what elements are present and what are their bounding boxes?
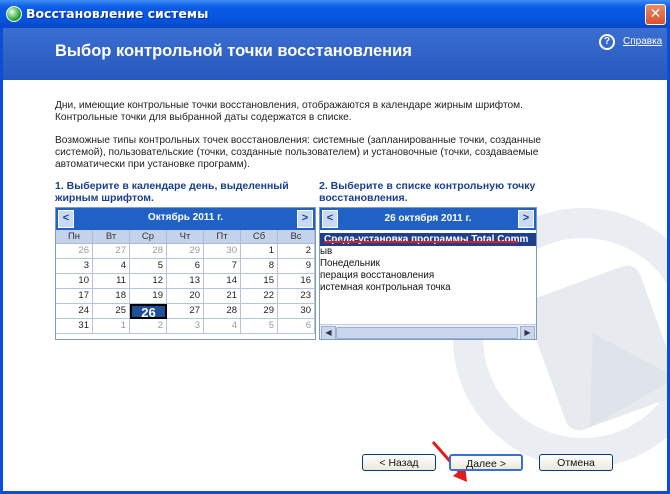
calendar-day[interactable]: 3 xyxy=(167,319,204,334)
window-title: Восстановление системы xyxy=(26,6,209,21)
close-icon: ✕ xyxy=(649,6,662,22)
page-header: Выбор контрольной точки восстановления ?… xyxy=(3,28,667,80)
back-button[interactable]: < Назад xyxy=(362,454,436,471)
calendar-day[interactable]: 4 xyxy=(93,259,130,274)
calendar-day[interactable]: 27 xyxy=(167,304,204,319)
calendar-day[interactable]: 28 xyxy=(204,304,241,319)
calendar-next-button[interactable]: > xyxy=(297,210,313,228)
weekday-header: Пт xyxy=(204,230,241,244)
calendar-day[interactable]: 15 xyxy=(241,274,278,289)
calendar-day[interactable]: 12 xyxy=(130,274,167,289)
calendar-day[interactable]: 18 xyxy=(93,289,130,304)
intro-line-2: Контрольные точки для выбранной даты сод… xyxy=(55,112,352,123)
client-area: Выбор контрольной точки восстановления ?… xyxy=(3,28,667,491)
calendar-day[interactable]: 6 xyxy=(278,319,315,334)
help-link[interactable]: Справка xyxy=(623,36,662,47)
calendar-day[interactable]: 26 xyxy=(56,244,93,259)
list-item-selected[interactable]: Среда-установка программы Total Comm xyxy=(320,233,536,246)
calendar-day[interactable]: 17 xyxy=(56,289,93,304)
red-annotation-underline xyxy=(324,241,518,243)
calendar-day-selected[interactable]: 26 xyxy=(130,304,167,320)
scroll-right-icon[interactable]: ▶ xyxy=(520,326,535,339)
list-item[interactable]: перация восстановления xyxy=(320,270,536,281)
list-item[interactable]: истемная контрольная точка xyxy=(320,282,536,293)
weekday-header: Ср xyxy=(130,230,167,244)
calendar-day[interactable]: 8 xyxy=(241,259,278,274)
calendar-day[interactable]: 16 xyxy=(278,274,315,289)
close-button[interactable]: ✕ xyxy=(645,4,666,25)
calendar-day[interactable]: 13 xyxy=(167,274,204,289)
calendar-day[interactable]: 30 xyxy=(204,244,241,259)
calendar-day[interactable]: 2 xyxy=(130,319,167,334)
calendar-day[interactable]: 1 xyxy=(93,319,130,334)
types-line-2: системой), пользовательские (точки, созд… xyxy=(55,147,539,158)
calendar-month: Октябрь 2011 г. xyxy=(147,212,224,223)
step2-line-1: 2. Выберите в списке контрольную точку xyxy=(319,180,536,192)
weekday-header: Вс xyxy=(278,230,315,244)
calendar-day[interactable]: 11 xyxy=(93,274,130,289)
calendar-day[interactable]: 29 xyxy=(167,244,204,259)
weekday-header: Чт xyxy=(167,230,204,244)
calendar-day[interactable]: 6 xyxy=(167,259,204,274)
system-restore-icon xyxy=(6,6,22,22)
calendar-day[interactable]: 5 xyxy=(130,259,167,274)
system-restore-window: Восстановление системы ✕ Выбор контрольн… xyxy=(0,0,670,494)
calendar-day[interactable]: 7 xyxy=(204,259,241,274)
calendar-header: < Октябрь 2011 г. > xyxy=(56,208,315,230)
intro-line-1: Дни, имеющие контрольные точки восстанов… xyxy=(55,100,524,111)
calendar-day[interactable]: 29 xyxy=(241,304,278,319)
calendar-day[interactable]: 30 xyxy=(278,304,315,319)
weekday-header: Сб xyxy=(241,230,278,244)
calendar-day[interactable]: 25 xyxy=(93,304,130,319)
calendar-day[interactable]: 19 xyxy=(130,289,167,304)
calendar-day[interactable]: 20 xyxy=(167,289,204,304)
calendar-day[interactable]: 24 xyxy=(56,304,93,319)
calendar-day[interactable]: 2 xyxy=(278,244,315,259)
list-next-button[interactable]: > xyxy=(518,210,534,228)
list-header: < 26 октября 2011 г. > xyxy=(320,208,536,230)
types-line-1: Возможные типы контрольных точек восстан… xyxy=(55,135,542,146)
weekday-header: Пн xyxy=(56,230,93,244)
weekday-header: Вт xyxy=(93,230,130,244)
scroll-thumb[interactable] xyxy=(336,327,518,339)
step2-line-2: восстановления. xyxy=(319,192,408,204)
list-item[interactable]: ыв xyxy=(320,246,536,257)
calendar-day[interactable]: 10 xyxy=(56,274,93,289)
next-button[interactable]: Далее > xyxy=(449,454,523,471)
horizontal-scrollbar[interactable]: ◀ ▶ xyxy=(320,324,536,339)
calendar: < Октябрь 2011 г. > Пн Вт Ср Чт Пт Сб Вс 26 27 2… xyxy=(55,207,316,340)
cancel-button[interactable]: Отмена xyxy=(539,454,613,471)
title-bar[interactable]: Восстановление системы ✕ xyxy=(0,0,670,28)
calendar-day[interactable]: 31 xyxy=(56,319,93,334)
calendar-day[interactable]: 22 xyxy=(241,289,278,304)
calendar-day[interactable]: 5 xyxy=(241,319,278,334)
calendar-day[interactable]: 27 xyxy=(93,244,130,259)
calendar-day[interactable]: 9 xyxy=(278,259,315,274)
step1-line-2: жирным шрифтом. xyxy=(55,192,154,204)
list-item[interactable]: Понедельник xyxy=(320,258,536,269)
calendar-day[interactable]: 14 xyxy=(204,274,241,289)
list-date: 26 октября 2011 г. xyxy=(384,213,472,224)
calendar-day[interactable]: 21 xyxy=(204,289,241,304)
calendar-day[interactable]: 4 xyxy=(204,319,241,334)
restore-point-list: < 26 октября 2011 г. > Среда-установка п… xyxy=(319,207,537,340)
calendar-day[interactable]: 23 xyxy=(278,289,315,304)
scroll-left-icon[interactable]: ◀ xyxy=(321,326,336,339)
step1-line-1: 1. Выберите в календаре день, выделенный xyxy=(55,180,289,192)
help-icon[interactable]: ? xyxy=(599,34,615,50)
types-line-3: автоматически при установке программ). xyxy=(55,159,250,170)
calendar-day[interactable]: 3 xyxy=(56,259,93,274)
page-title: Выбор контрольной точки восстановления xyxy=(55,42,412,60)
calendar-day[interactable]: 28 xyxy=(130,244,167,259)
calendar-day[interactable]: 1 xyxy=(241,244,278,259)
